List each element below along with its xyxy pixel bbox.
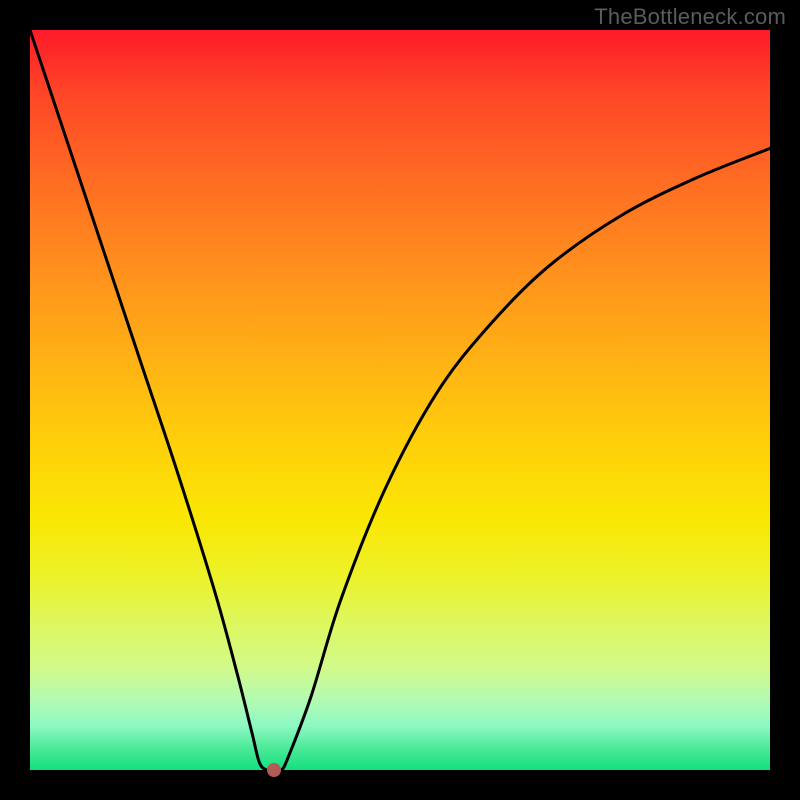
curve-path [30,30,770,770]
minimum-marker-dot [267,763,281,777]
curve-svg [30,30,770,770]
plot-area [30,30,770,770]
chart-frame: TheBottleneck.com [0,0,800,800]
watermark-label: TheBottleneck.com [594,4,786,30]
